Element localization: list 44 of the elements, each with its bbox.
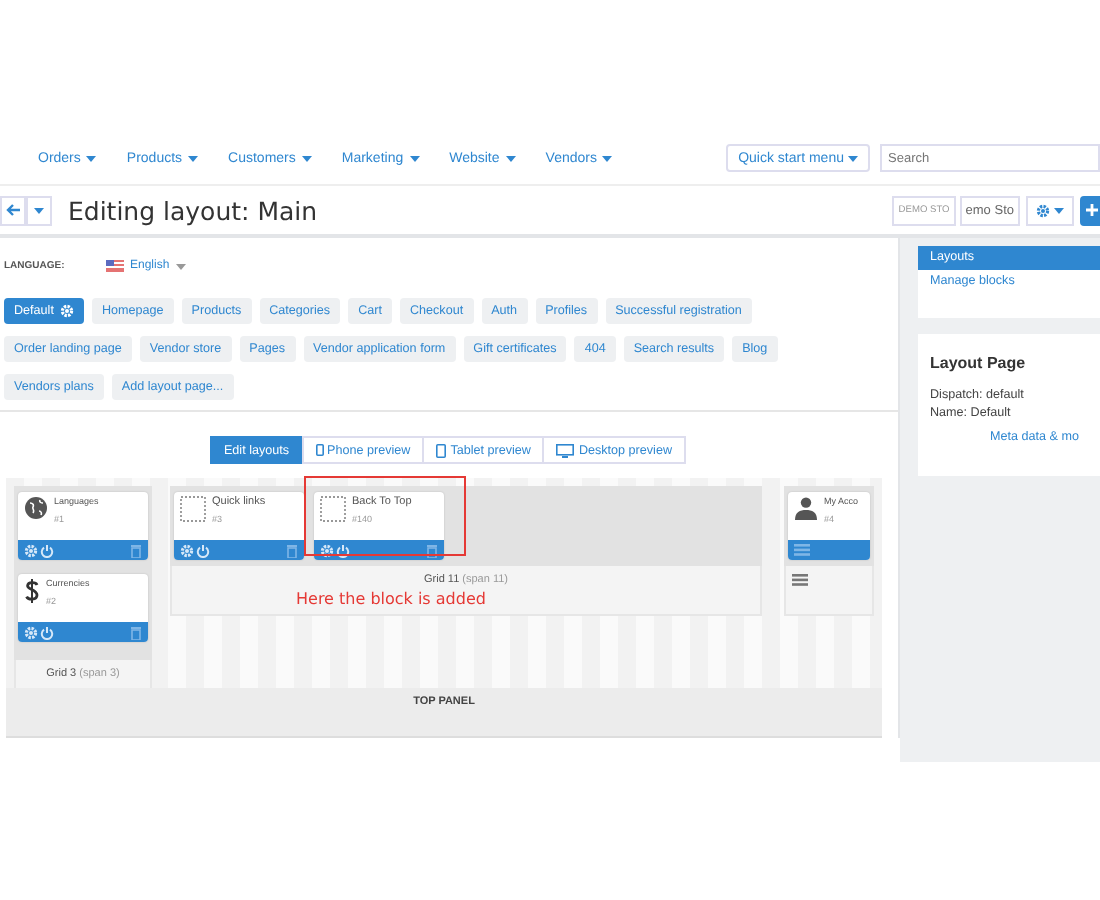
add-button[interactable]: [1080, 195, 1100, 225]
desktop-icon: [556, 443, 575, 457]
tablet-icon: [436, 443, 447, 457]
caret-icon: [848, 155, 858, 161]
annotation-note: Here the block is added: [296, 590, 486, 608]
trash-icon: [130, 543, 142, 557]
settings-button[interactable]: [1026, 195, 1074, 225]
back-button[interactable]: [0, 195, 26, 225]
empty-block-icon: [320, 496, 346, 522]
caret-icon: [1054, 207, 1064, 213]
gear-icon: [180, 543, 194, 557]
caret-icon: [505, 155, 516, 161]
list-icon: [794, 544, 810, 556]
panel-title: Layout Page: [930, 354, 1028, 372]
dollar-icon: [24, 578, 40, 604]
caret-icon: [602, 155, 613, 161]
caret-icon: [34, 207, 44, 213]
list-icon: [792, 574, 808, 586]
back-arrow-icon: [6, 204, 20, 216]
gear-icon: [320, 543, 334, 557]
trash-icon: [130, 625, 142, 639]
power-icon: [40, 625, 54, 639]
page-title: Editing layout: Main: [68, 195, 320, 225]
gear-icon: [59, 304, 74, 318]
power-icon: [40, 543, 54, 557]
trash-icon: [426, 543, 438, 557]
phone-icon: [315, 444, 324, 456]
empty-block-icon: [180, 496, 206, 522]
gear-icon: [24, 543, 38, 557]
caret-icon: [409, 155, 420, 161]
flag-icon: [106, 260, 124, 272]
globe-icon: [24, 496, 48, 520]
user-icon: [794, 496, 818, 520]
gear-icon: [24, 625, 38, 639]
dropdown-button[interactable]: [26, 195, 52, 225]
caret-icon: [301, 155, 312, 161]
caret-icon: [188, 155, 199, 161]
trash-icon: [286, 543, 298, 557]
caret-icon: [86, 155, 97, 161]
power-icon: [336, 543, 350, 557]
plus-icon: [1086, 204, 1098, 216]
gear-icon: [1036, 203, 1050, 217]
caret-icon: [175, 263, 186, 269]
power-icon: [196, 543, 210, 557]
